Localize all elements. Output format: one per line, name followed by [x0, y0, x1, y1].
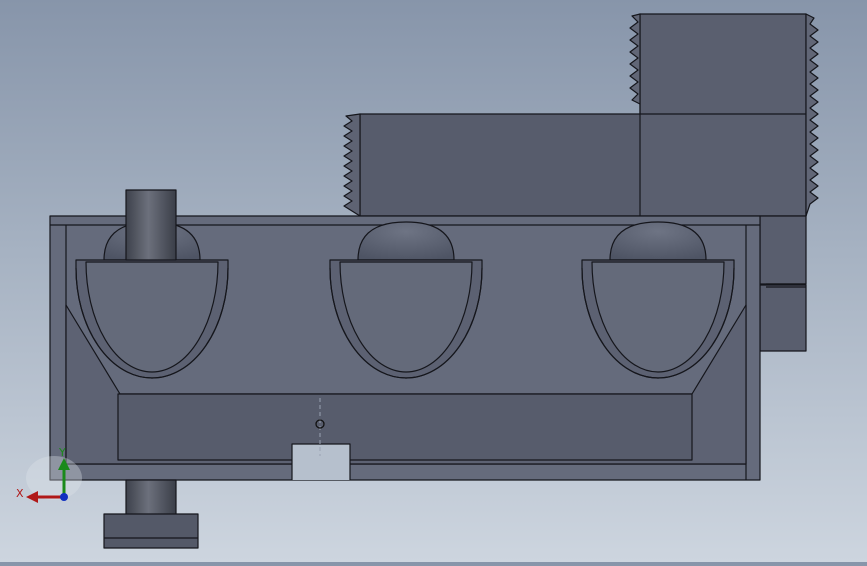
top-block-thread-left: [343, 113, 361, 217]
column-thread-right: [805, 13, 819, 217]
z-axis-dot: [60, 493, 68, 501]
x-axis-label: X: [16, 487, 24, 500]
y-axis-label: Y: [58, 446, 66, 459]
bottom-pin: [125, 479, 177, 517]
part-drawing: X Y: [16, 13, 819, 549]
right-step-upper: [759, 215, 807, 285]
top-pin: [125, 189, 177, 261]
right-step-lower: [759, 284, 807, 352]
cad-viewport[interactable]: X Y: [0, 0, 867, 562]
bottom-slot: [291, 443, 351, 480]
bottom-foot: [103, 513, 199, 549]
threaded-column: [639, 13, 807, 217]
column-thread-left: [629, 13, 641, 105]
lower-pocket: [117, 393, 693, 461]
